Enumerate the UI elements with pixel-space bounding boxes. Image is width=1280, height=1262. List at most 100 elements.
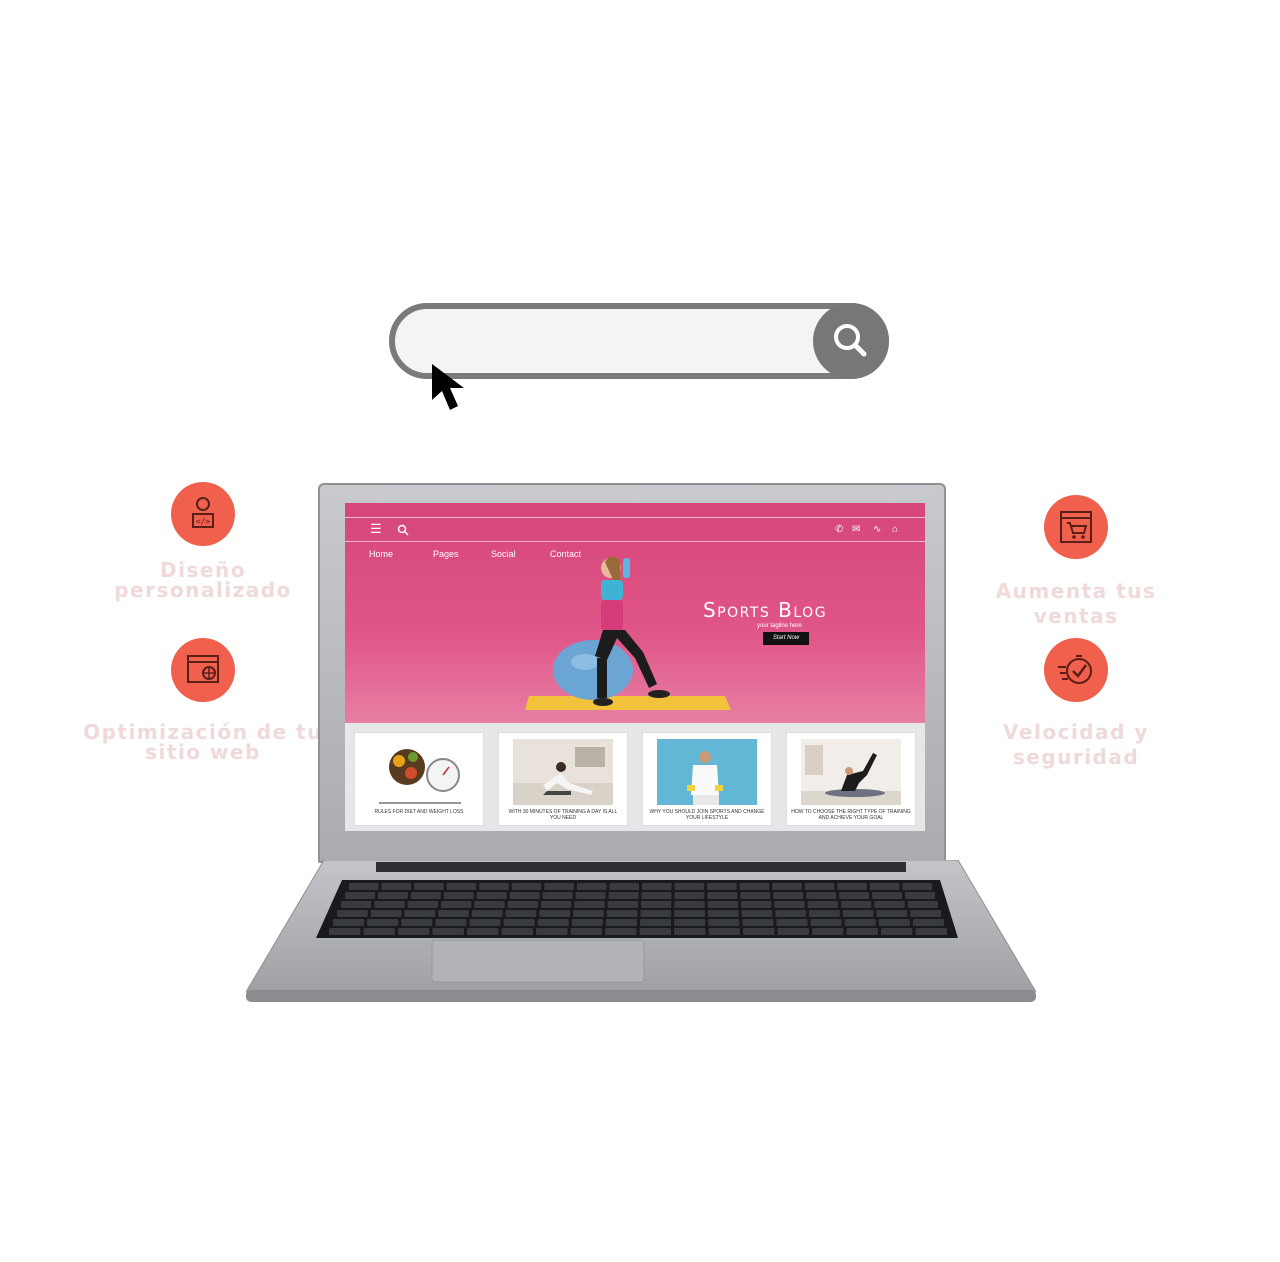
keyboard-key[interactable] <box>541 901 572 908</box>
keyboard-key[interactable] <box>869 883 900 890</box>
keyboard-key[interactable] <box>574 901 605 908</box>
keyboard-key[interactable] <box>505 910 537 917</box>
search-button[interactable] <box>813 303 889 379</box>
keyboard-key[interactable] <box>441 901 472 908</box>
keyboard-key[interactable] <box>902 883 932 890</box>
keyboard-key[interactable] <box>641 901 672 908</box>
blog-card[interactable]: WITH 30 MINUTES OF TRAINING A DAY IS ALL… <box>499 733 627 825</box>
keyboard-key[interactable] <box>414 883 444 890</box>
keyboard-key[interactable] <box>607 901 638 908</box>
keyboard-key[interactable] <box>674 910 705 917</box>
keyboard-key[interactable] <box>837 883 867 890</box>
keyboard-key[interactable] <box>841 901 872 908</box>
keyboard-key[interactable] <box>329 928 361 935</box>
blog-card[interactable]: WHY YOU SHOULD JOIN SPORTS AND CHANGE YO… <box>643 733 771 825</box>
keyboard-key[interactable] <box>839 892 870 899</box>
keyboard-key[interactable] <box>511 883 542 890</box>
keyboard-key[interactable] <box>642 883 672 890</box>
keyboard-key[interactable] <box>842 910 874 917</box>
keyboard-key[interactable] <box>707 892 738 899</box>
keyboard-key[interactable] <box>910 910 941 917</box>
keyboard-key[interactable] <box>438 910 469 917</box>
keyboard-key[interactable] <box>773 892 804 899</box>
keyboard-key[interactable] <box>333 919 365 926</box>
keyboard-key[interactable] <box>777 928 810 935</box>
keyboard-key[interactable] <box>509 892 540 899</box>
keyboard-key[interactable] <box>741 901 772 908</box>
keyboard-key[interactable] <box>740 892 771 899</box>
keyboard-key[interactable] <box>471 910 503 917</box>
keyboard-key[interactable] <box>674 901 705 908</box>
keyboard-key[interactable] <box>674 883 705 890</box>
keyboard-key[interactable] <box>537 919 569 926</box>
keyboard-key[interactable] <box>812 928 844 935</box>
keyboard-key[interactable] <box>742 919 774 926</box>
keyboard-key[interactable] <box>640 910 672 917</box>
mail-icon[interactable]: ✉ <box>852 525 860 535</box>
keyboard-key[interactable] <box>905 892 935 899</box>
keyboard-key[interactable] <box>443 892 474 899</box>
keyboard-key[interactable] <box>367 919 399 926</box>
keyboard-key[interactable] <box>872 892 903 899</box>
keyboard-key[interactable] <box>772 883 802 890</box>
keyboard-key[interactable] <box>605 928 637 935</box>
nav-pages[interactable]: Pages <box>433 549 459 559</box>
keyboard-key[interactable] <box>398 928 430 935</box>
keyboard-key[interactable] <box>539 910 571 917</box>
keyboard-key[interactable] <box>501 928 534 935</box>
keyboard-key[interactable] <box>381 883 412 890</box>
keyboard-key[interactable] <box>806 892 837 899</box>
keyboard-key[interactable] <box>743 928 775 935</box>
keyboard-key[interactable] <box>774 901 805 908</box>
keyboard-key[interactable] <box>907 901 938 908</box>
keyboard-key[interactable] <box>915 928 948 935</box>
keyboard-key[interactable] <box>570 928 603 935</box>
keyboard-key[interactable] <box>775 910 807 917</box>
keyboard-key[interactable] <box>573 910 604 917</box>
hamburger-menu-icon[interactable]: ☰ <box>370 522 382 535</box>
keyboard-key[interactable] <box>878 919 910 926</box>
nav-home[interactable]: Home <box>369 549 393 559</box>
blog-card[interactable]: HOW TO CHOOSE THE RIGHT TYPE OF TRAINING… <box>787 733 915 825</box>
home-icon[interactable]: ⌂ <box>892 525 898 535</box>
blog-card[interactable]: RULES FOR DIET AND WEIGHT LOSS <box>355 733 483 825</box>
keyboard-key[interactable] <box>363 928 396 935</box>
phone-icon[interactable]: ✆ <box>835 525 843 535</box>
keyboard-key[interactable] <box>446 883 477 890</box>
keyboard-key[interactable] <box>739 883 770 890</box>
keyboard-key[interactable] <box>476 892 507 899</box>
keyboard-key[interactable] <box>708 928 741 935</box>
keyboard-key[interactable] <box>606 910 638 917</box>
keyboard-key[interactable] <box>503 919 535 926</box>
keyboard-key[interactable] <box>674 919 706 926</box>
keyboard-key[interactable] <box>804 883 835 890</box>
keyboard-key[interactable] <box>479 883 509 890</box>
rss-icon[interactable]: ∿ <box>873 525 881 535</box>
keyboard-key[interactable] <box>576 883 607 890</box>
keyboard-key[interactable] <box>707 901 738 908</box>
keyboard-key[interactable] <box>707 910 739 917</box>
keyboard-key[interactable] <box>571 919 603 926</box>
keyboard-key[interactable] <box>609 883 639 890</box>
keyboard-key[interactable] <box>432 928 465 935</box>
nav-social[interactable]: Social <box>491 549 516 559</box>
keyboard-key[interactable] <box>507 901 538 908</box>
keyboard-key[interactable] <box>912 919 944 926</box>
search-icon[interactable] <box>397 524 409 536</box>
keyboard-key[interactable] <box>341 901 372 908</box>
keyboard-key[interactable] <box>374 901 405 908</box>
keyboard-key[interactable] <box>741 910 773 917</box>
keyboard-key[interactable] <box>810 919 842 926</box>
keyboard-key[interactable] <box>370 910 402 917</box>
keyboard-key[interactable] <box>807 901 838 908</box>
keyboard-key[interactable] <box>707 883 737 890</box>
keyboard-key[interactable] <box>674 892 705 899</box>
keyboard-key[interactable] <box>876 910 908 917</box>
keyboard-key[interactable] <box>536 928 568 935</box>
keyboard-key[interactable] <box>377 892 408 899</box>
keyboard-key[interactable] <box>844 919 876 926</box>
keyboard-key[interactable] <box>469 919 501 926</box>
keyboard-key[interactable] <box>639 928 672 935</box>
keyboard-key[interactable] <box>708 919 740 926</box>
keyboard-key[interactable] <box>435 919 467 926</box>
